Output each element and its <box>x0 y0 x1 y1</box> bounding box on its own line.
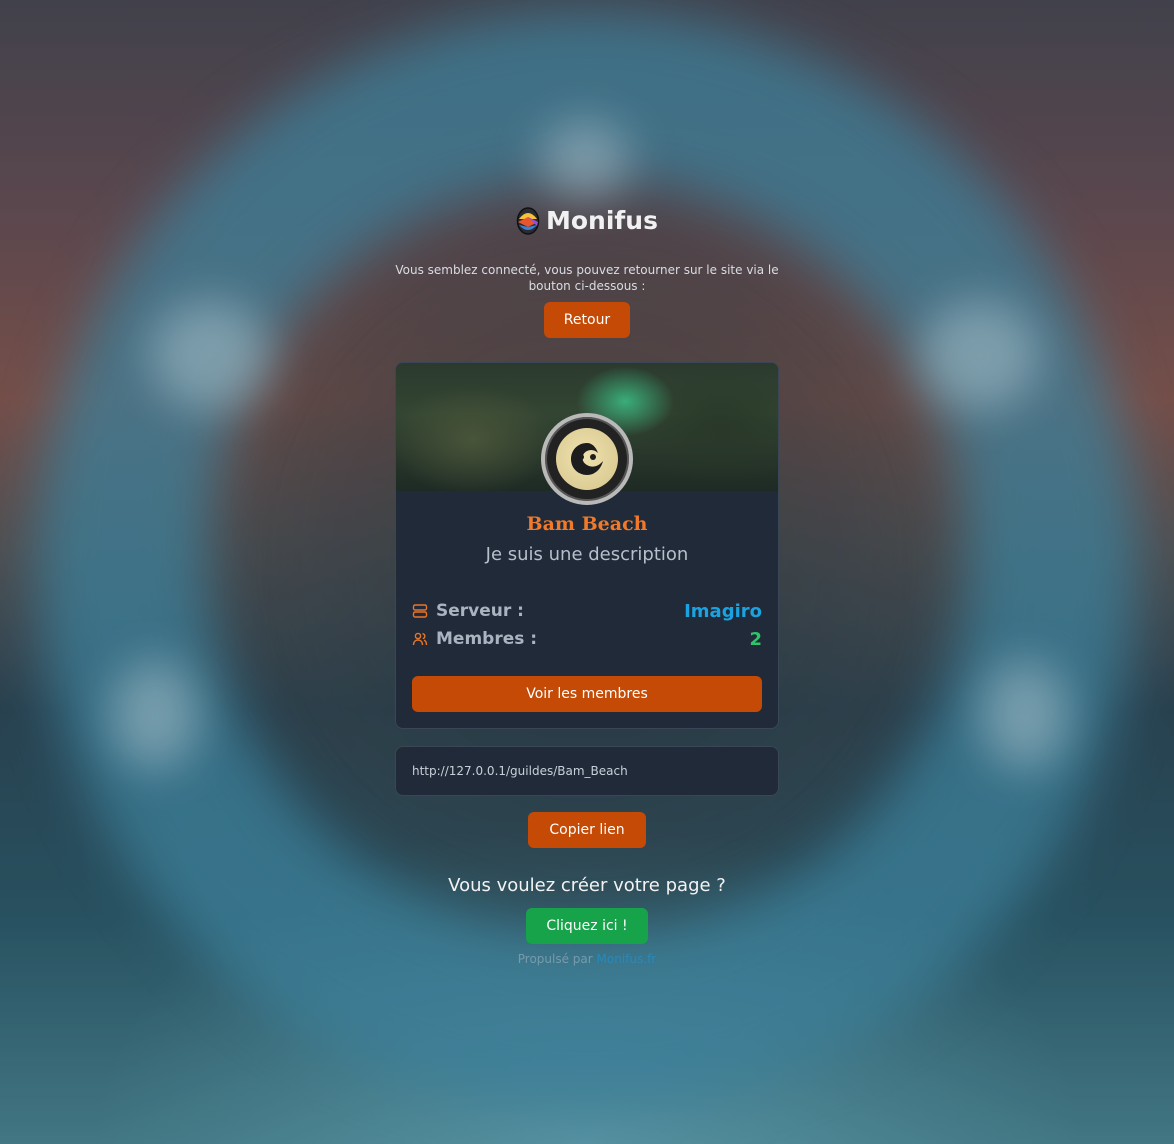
share-url-text: http://127.0.0.1/guildes/Bam_Beach <box>412 764 628 778</box>
members-label: Membres : <box>436 629 538 649</box>
guild-description: Je suis une description <box>485 544 689 565</box>
server-row: Serveur : Imagiro <box>412 597 762 625</box>
brand-name: Monifus <box>546 205 658 235</box>
create-page-button[interactable]: Cliquez ici ! <box>526 908 648 944</box>
share-url-field[interactable]: http://127.0.0.1/guildes/Bam_Beach <box>395 746 779 796</box>
users-icon <box>412 632 428 646</box>
server-icon <box>412 604 428 618</box>
guild-card: Bam Beach Je suis une description Serveu… <box>395 362 779 729</box>
egg-icon <box>516 207 540 235</box>
page-content: Monifus Vous semblez connecté, vous pouv… <box>0 0 1174 966</box>
guild-avatar <box>541 413 633 505</box>
view-members-button[interactable]: Voir les membres <box>412 676 762 712</box>
footer-prefix: Propulsé par <box>517 952 593 966</box>
footer-link[interactable]: Monifus.fr <box>597 952 657 966</box>
intro-text: Vous semblez connecté, vous pouvez retou… <box>395 263 779 293</box>
server-value: Imagiro <box>684 600 762 622</box>
guild-banner <box>396 363 778 505</box>
server-label: Serveur : <box>436 601 524 621</box>
back-button[interactable]: Retour <box>544 302 630 338</box>
create-page-question: Vous voulez créer votre page ? <box>448 875 726 896</box>
guild-emblem-icon <box>556 428 618 490</box>
members-row: Membres : 2 <box>412 625 762 653</box>
guild-name: Bam Beach <box>526 513 648 535</box>
guild-stats: Serveur : Imagiro Membres : 2 <box>396 597 778 653</box>
brand-logo[interactable]: Monifus <box>516 204 658 236</box>
copy-link-button[interactable]: Copier lien <box>528 812 646 848</box>
members-count: 2 <box>749 628 762 650</box>
footer: Propulsé par Monifus.fr <box>518 952 656 966</box>
